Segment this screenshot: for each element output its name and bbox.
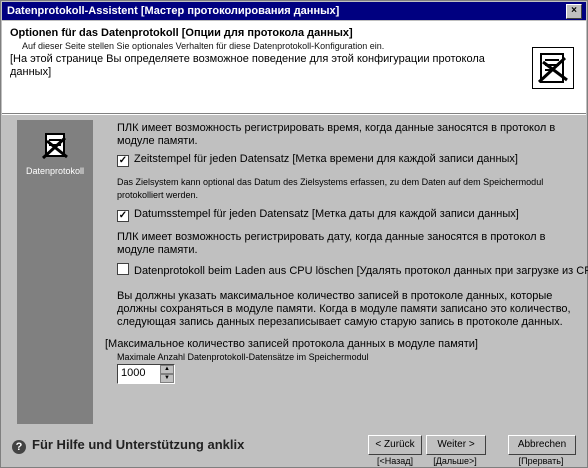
wizard-header: Optionen für das Datenprotokoll [Опции д…: [2, 21, 586, 114]
wizard-window: Datenprotokoll-Assistent [Мастер протоко…: [0, 0, 588, 468]
wizard-footer: ? Für Hilfe und Unterstützung anklix < Zu…: [2, 425, 586, 467]
spin-down-icon[interactable]: ▼: [160, 374, 174, 383]
spin-up-icon[interactable]: ▲: [160, 365, 174, 374]
time-description: ПЛК имеет возможность регистрировать вре…: [117, 122, 556, 147]
datalog-wizard-icon: [532, 47, 574, 89]
header-divider: [2, 114, 586, 115]
help-icon[interactable]: ?: [12, 440, 26, 454]
sidebar: Datenprotokoll: [17, 120, 93, 424]
next-button[interactable]: Weiter >: [426, 435, 486, 455]
help-link[interactable]: ? Für Hilfe und Unterstützung anklix: [12, 437, 244, 454]
back-button-translation: [<Назад]: [376, 456, 414, 466]
date-description: ПЛК имеет возможность регистрировать дат…: [117, 231, 546, 256]
timestamp-checkbox[interactable]: ✓ Zeitstempel für jeden Datensatz [Метка …: [117, 153, 518, 167]
cancel-button[interactable]: Abbrechen: [508, 435, 576, 455]
page-title: Optionen für das Datenprotokoll [Опции д…: [10, 27, 353, 39]
checkbox-unchecked[interactable]: [117, 263, 129, 275]
clear-on-load-checkbox[interactable]: Datenprotokoll beim Laden aus CPU lösche…: [117, 263, 588, 277]
checkbox-checked[interactable]: ✓: [117, 210, 129, 222]
cancel-button-translation: [Прервать]: [518, 456, 564, 466]
title-bar[interactable]: Datenprotokoll-Assistent [Мастер протоко…: [2, 2, 586, 20]
date-description-de: Das Zielsystem kann optional das Datum d…: [117, 177, 544, 200]
next-button-translation: [Дальше>]: [433, 456, 477, 466]
checkbox-checked[interactable]: ✓: [117, 155, 129, 167]
close-button[interactable]: ×: [566, 4, 582, 19]
datestamp-checkbox[interactable]: ✓ Datumsstempel für jeden Datensatz [Метк…: [117, 208, 519, 222]
page-subtitle-de: Auf dieser Seite stellen Sie optionales …: [22, 41, 385, 51]
page-subtitle-ru: [На этой странице Вы определяете возможн…: [10, 53, 485, 78]
options-panel: ПЛК имеет возможность регистрировать вре…: [97, 120, 588, 424]
back-button[interactable]: < Zurück: [368, 435, 422, 455]
datalog-icon: [39, 130, 71, 162]
spinner-arrows[interactable]: ▲ ▼: [160, 365, 174, 383]
max-records-description: Вы должны указать максимальное количеств…: [117, 290, 571, 328]
spinner-value[interactable]: 1000: [121, 367, 145, 379]
max-records-label-ru: [Максимальное количество записей протоко…: [105, 338, 478, 350]
max-records-spinner[interactable]: 1000 ▲ ▼: [117, 364, 175, 384]
max-records-label-de: Maximale Anzahl Datenprotokoll-Datensätz…: [117, 352, 369, 362]
window-title: Datenprotokoll-Assistent [Мастер протоко…: [7, 5, 340, 17]
sidebar-label: Datenprotokoll: [25, 166, 85, 176]
